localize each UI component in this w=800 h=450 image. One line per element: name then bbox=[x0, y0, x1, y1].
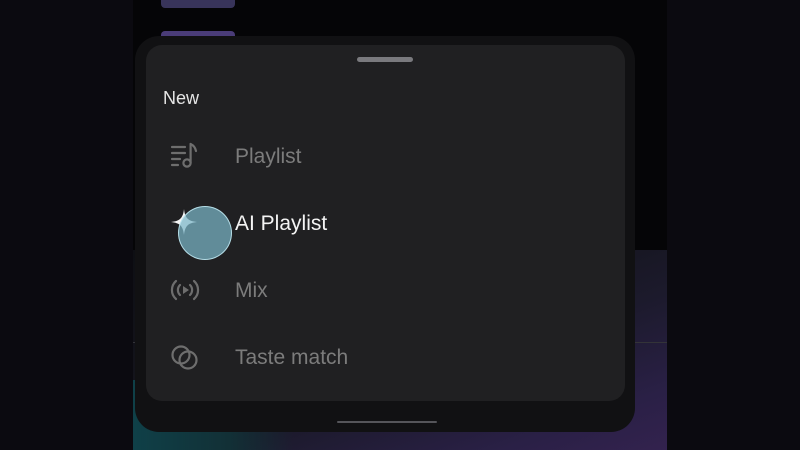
radio-broadcast-icon bbox=[168, 274, 202, 306]
taste-match-icon bbox=[168, 341, 202, 373]
menu-item-taste-match[interactable]: Taste match bbox=[146, 327, 625, 387]
home-indicator bbox=[337, 421, 437, 423]
menu-item-label: AI Playlist bbox=[235, 212, 328, 235]
menu-item-label: Taste match bbox=[235, 346, 349, 369]
menu-item-label: Playlist bbox=[235, 145, 302, 168]
section-title: New bbox=[163, 88, 200, 108]
background-tile bbox=[161, 0, 235, 8]
menu-item-playlist[interactable]: Playlist bbox=[146, 126, 625, 186]
playlist-music-icon bbox=[168, 140, 202, 172]
touch-indicator bbox=[178, 206, 232, 260]
menu-item-label: Mix bbox=[235, 279, 268, 302]
menu-item-mix[interactable]: Mix bbox=[146, 260, 625, 320]
sheet-drag-handle[interactable] bbox=[357, 57, 413, 62]
